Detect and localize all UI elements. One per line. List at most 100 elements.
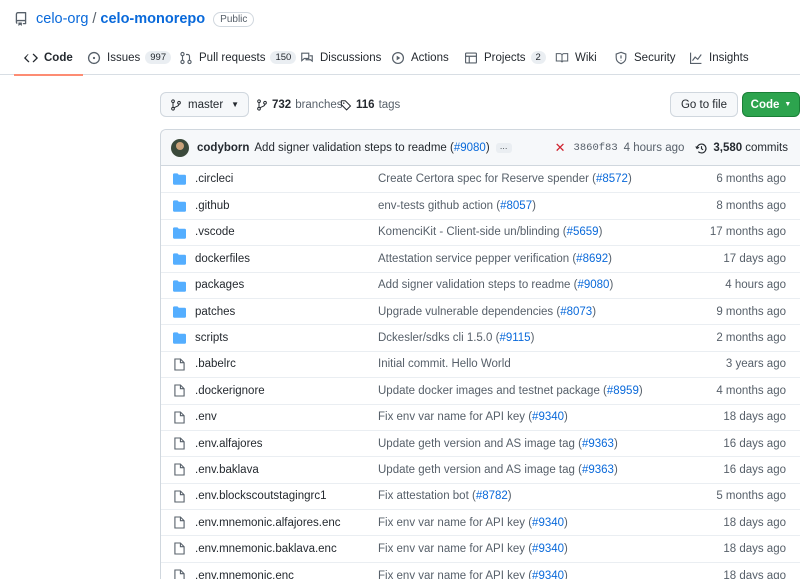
commit-pr-link[interactable]: #9363 (582, 464, 614, 476)
commits-count: 3,580 (713, 142, 743, 154)
branch-select-button[interactable]: master ▼ (160, 92, 250, 117)
file-name-link[interactable]: scripts (195, 332, 228, 344)
commit-sha-link[interactable]: 3860f83 (574, 142, 618, 154)
commit-message-link[interactable]: Fix env var name for API key (#9340) (378, 411, 568, 423)
commit-message-link[interactable]: Dckesler/sdks cli 1.5.0 (#9115) (378, 332, 534, 344)
file-name-link[interactable]: .env.blockscoutstagingrc1 (195, 490, 326, 502)
commit-pr-link[interactable]: #8782 (476, 490, 508, 502)
issue-icon (87, 51, 101, 64)
tab-code[interactable]: Code (14, 40, 83, 76)
file-name-link[interactable]: .env (195, 411, 217, 423)
commit-pr-link[interactable]: #8692 (576, 253, 608, 265)
commit-message-link[interactable]: Add signer validation steps to readme ( (254, 142, 453, 154)
tab-projects[interactable]: Projects 2 (464, 40, 546, 75)
commit-message-link[interactable]: env-tests github action (#8057) (378, 200, 536, 212)
table-row: .env.baklava Update geth version and AS i… (161, 456, 800, 482)
table-row: packages Add signer validation steps to r… (161, 271, 800, 298)
commit-pr-link[interactable]: #8073 (560, 306, 592, 318)
branches-count: 732 (272, 98, 292, 111)
commits-history-link[interactable]: 3,580 commits (695, 142, 788, 155)
latest-commit-summary: codyborn Add signer validation steps to … (197, 130, 512, 166)
tab-discussions[interactable]: Discussions (300, 40, 381, 75)
commit-pr-link[interactable]: #9340 (532, 411, 564, 423)
commit-pr-link[interactable]: #9340 (532, 517, 564, 529)
file-name-link[interactable]: .dockerignore (195, 385, 265, 397)
repo-icon (15, 12, 27, 26)
file-toolbar: master ▼ 732 branches 116 tags Go to fil… (160, 92, 800, 118)
tab-pull-requests[interactable]: Pull requests 150 (179, 40, 297, 75)
file-name-link[interactable]: packages (195, 279, 244, 291)
avatar[interactable] (171, 139, 189, 157)
branches-label: branches (295, 98, 343, 111)
tab-wiki[interactable]: Wiki (555, 40, 597, 75)
file-icon (174, 569, 185, 579)
commit-message-text: Fix env var name for API key (378, 516, 526, 529)
table-row: .babelrc Initial commit. Hello World 3 yea… (161, 350, 800, 377)
commit-pr-link[interactable]: #8572 (596, 173, 628, 185)
table-row: .circleci Create Certora spec for Reserve… (161, 166, 800, 192)
commit-pr-link[interactable]: #8959 (607, 385, 639, 397)
file-name-link[interactable]: .env.alfajores (195, 438, 263, 450)
branch-icon (171, 98, 181, 111)
commit-pr-link[interactable]: #9115 (499, 332, 530, 344)
repo-name-link[interactable]: celo-monorepo (100, 11, 205, 27)
file-name-link[interactable]: .circleci (195, 173, 233, 185)
file-name-link[interactable]: .babelrc (195, 358, 236, 370)
commit-message-link[interactable]: KomenciKit - Client-side un/blinding (#5… (378, 226, 602, 238)
commit-age: 17 months ago (709, 226, 786, 239)
commit-author-link[interactable]: codyborn (197, 142, 249, 154)
commit-message-text: Add signer validation steps to readme (378, 279, 571, 292)
commit-message-link[interactable]: Update docker images and testnet package… (378, 385, 643, 397)
file-name-link[interactable]: .env.mnemonic.alfajores.enc (195, 517, 341, 529)
tab-actions[interactable]: Actions (391, 40, 449, 75)
commit-message-link[interactable]: Fix attestation bot (#8782) (378, 490, 512, 502)
tab-security[interactable]: Security (614, 40, 676, 75)
commit-pr-link[interactable]: #9340 (532, 570, 564, 579)
commit-message-link[interactable]: Upgrade vulnerable dependencies (#8073) (378, 306, 596, 318)
failed-status-icon[interactable]: ✕ (555, 140, 566, 156)
commit-age: 16 days ago (723, 463, 786, 476)
commit-pr-link[interactable]: #5659 (567, 226, 599, 238)
branch-icon (257, 98, 267, 111)
file-name-link[interactable]: dockerfiles (195, 253, 250, 265)
file-name-link[interactable]: .env.baklava (195, 464, 259, 476)
commit-message-link[interactable]: Update geth version and AS image tag (#9… (378, 438, 618, 450)
file-name-link[interactable]: .env.mnemonic.baklava.enc (195, 543, 337, 555)
commit-pr-link[interactable]: #8057 (500, 200, 532, 212)
commit-message-link[interactable]: Create Certora spec for Reserve spender … (378, 173, 632, 185)
commit-message-text: Fix attestation bot (378, 490, 469, 503)
repo-header: celo-org / celo-monorepo Public (14, 9, 255, 29)
commit-age: 6 months ago (716, 173, 786, 186)
commit-message-link[interactable]: Add signer validation steps to readme (#… (378, 279, 613, 291)
file-name-link[interactable]: .env.mnemonic.enc (195, 570, 294, 579)
file-name-link[interactable]: .github (195, 200, 230, 212)
tags-link[interactable]: 116 tags (340, 92, 400, 117)
file-name-link[interactable]: patches (195, 306, 235, 318)
tag-icon (340, 99, 352, 111)
table-row: .env.alfajores Update geth version and AS… (161, 429, 800, 456)
commit-pr-link[interactable]: #9340 (532, 543, 564, 555)
go-to-file-button[interactable]: Go to file (670, 92, 738, 117)
code-dropdown-button[interactable]: Code ▼ (742, 92, 800, 117)
commit-message-link[interactable]: Initial commit. Hello World (378, 358, 511, 370)
history-icon (695, 142, 707, 154)
commit-pr-link[interactable]: #9080 (577, 279, 609, 291)
repo-owner-link[interactable]: celo-org (36, 11, 88, 27)
branches-link[interactable]: 732 branches (256, 92, 343, 117)
tab-insights[interactable]: Insights (689, 40, 749, 75)
commit-message-text: Dckesler/sdks cli 1.5.0 (378, 332, 493, 345)
file-rows: .circleci Create Certora spec for Reserve… (161, 166, 800, 579)
commit-message-link[interactable]: Fix env var name for API key (#9340) (378, 543, 568, 555)
commit-message-link[interactable]: Attestation service pepper verification … (378, 253, 612, 265)
tab-issues[interactable]: Issues 997 (87, 40, 172, 75)
expand-commit-button[interactable]: … (495, 143, 512, 153)
file-name-link[interactable]: .vscode (195, 226, 235, 238)
tab-counter: 997 (145, 51, 172, 64)
commit-message-text: Fix env var name for API key (378, 411, 526, 424)
commit-message-link[interactable]: Update geth version and AS image tag (#9… (378, 464, 618, 476)
commit-message-link[interactable]: Fix env var name for API key (#9340) (378, 570, 568, 579)
commit-pr-link[interactable]: #9080 (454, 142, 486, 154)
commit-message-link[interactable]: Fix env var name for API key (#9340) (378, 517, 568, 529)
commits-label: commits (745, 142, 788, 154)
commit-pr-link[interactable]: #9363 (582, 438, 614, 450)
